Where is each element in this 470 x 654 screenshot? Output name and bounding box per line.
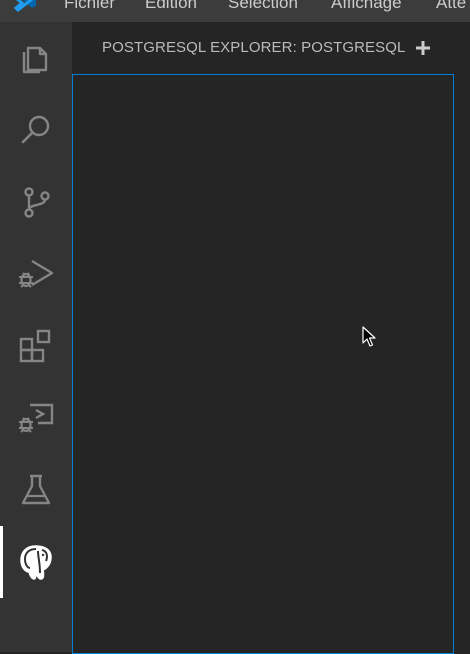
vscode-logo-icon — [14, 0, 36, 12]
activity-search[interactable] — [0, 94, 72, 166]
activity-testing[interactable] — [0, 454, 72, 526]
sidebar-header: POSTGRESQL EXPLORER: POSTGRESQL — [72, 22, 470, 74]
sidebar: POSTGRESQL EXPLORER: POSTGRESQL — [72, 22, 470, 654]
run-debug-icon — [19, 259, 54, 288]
search-icon — [21, 115, 50, 144]
title-bar: Fichier Edition Sélection Affichage Atte — [0, 0, 470, 22]
menu-edit[interactable]: Edition — [145, 0, 197, 14]
testing-flask-icon — [21, 474, 51, 505]
postgresql-elephant-icon — [20, 545, 52, 580]
activity-source-control[interactable] — [0, 166, 72, 238]
menu-selection[interactable]: Sélection — [228, 0, 298, 14]
activity-run-debug[interactable] — [0, 238, 72, 310]
activity-remote-debug[interactable] — [0, 382, 72, 454]
postgresql-explorer-tree[interactable] — [72, 74, 454, 654]
plus-icon — [416, 41, 430, 55]
menu-more[interactable]: Atte — [436, 0, 466, 14]
extensions-icon — [19, 329, 51, 363]
remote-debug-icon — [19, 403, 54, 433]
add-connection-button[interactable] — [410, 36, 436, 60]
menu-view[interactable]: Affichage — [331, 0, 402, 14]
sidebar-title: POSTGRESQL EXPLORER: POSTGRESQL — [102, 39, 406, 56]
mouse-cursor-icon — [362, 326, 376, 347]
menu-file[interactable]: Fichier — [64, 0, 115, 14]
activity-explorer[interactable] — [0, 22, 72, 94]
activity-postgresql[interactable] — [0, 526, 72, 598]
activity-bar — [0, 22, 72, 652]
activity-extensions[interactable] — [0, 310, 72, 382]
source-control-icon — [24, 187, 50, 218]
files-icon — [22, 46, 48, 74]
